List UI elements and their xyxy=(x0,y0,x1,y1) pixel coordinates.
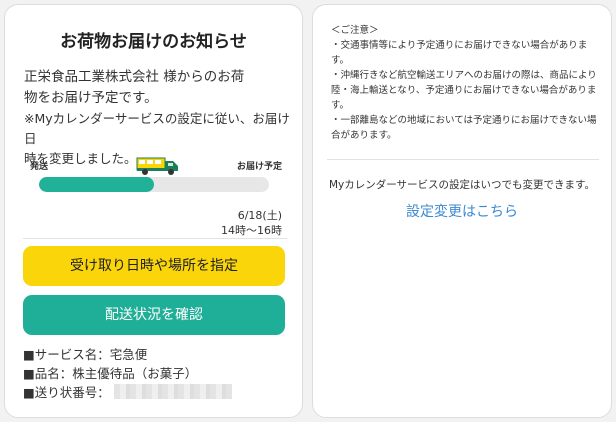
calendar-note: Myカレンダーサービスの設定はいつでも変更できます。 xyxy=(328,179,595,191)
service-name: ■サービス名：宅急便 xyxy=(23,347,148,362)
divider xyxy=(23,238,287,239)
tracking-number-label: ■送り状番号： xyxy=(23,385,110,400)
tracking-number-row: ■送り状番号： xyxy=(23,383,285,402)
note-line-1: ※Myカレンダーサービスの設定に従い、お届け日 xyxy=(24,111,290,146)
message-line-1: 正栄食品工業株式会社 様からのお荷 xyxy=(24,69,245,85)
delivery-progress-fill xyxy=(39,177,154,192)
message-line-2: 物をお届け予定です。 xyxy=(24,90,158,106)
check-status-button[interactable]: 配送状況を確認 xyxy=(23,295,285,335)
divider xyxy=(327,159,599,160)
progress-start-label: 発送 xyxy=(30,162,49,172)
settings-change-link[interactable]: 設定変更はこちら xyxy=(313,201,611,221)
delivery-time: 14時～16時 xyxy=(221,224,282,237)
notice-title: お荷物お届けのお知らせ xyxy=(60,32,247,52)
progress-end-label: お届け予定 xyxy=(236,162,282,172)
delivery-notice-card: お荷物お届けのお知らせ 正栄食品工業株式会社 様からのお荷 物をお届け予定です。… xyxy=(4,4,303,418)
change-delivery-button[interactable]: 受け取り日時や場所を指定 xyxy=(23,246,285,286)
tracking-number-redacted xyxy=(113,384,232,399)
delivery-date: 6/18(土) xyxy=(237,209,282,222)
caution-header: ＜ご注意＞ xyxy=(331,25,379,36)
caution-item-2: ・沖縄行きなど航空輸送エリアへのお届けの際は、商品により陸・海上輸送となり、予定… xyxy=(331,70,597,111)
caution-item-1: ・交通事情等により予定通りにお届けできない場合があります。 xyxy=(331,40,588,66)
shipment-info: ■サービス名：宅急便 ■品名：株主優待品（お菓子） ■送り状番号： xyxy=(23,345,285,402)
caution-item-3: ・一部離島などの地域においては予定通りにお届けできない場合があります。 xyxy=(331,115,597,141)
delivery-progress-bar xyxy=(39,177,269,192)
item-name: ■品名：株主優待品（お菓子） xyxy=(23,366,198,381)
caution-notice: ＜ご注意＞ ・交通事情等により予定通りにお届けできない場合があります。 ・沖縄行… xyxy=(331,23,597,143)
delivery-truck-icon xyxy=(136,157,178,175)
notice-info-card: ＜ご注意＞ ・交通事情等により予定通りにお届けできない場合があります。 ・沖縄行… xyxy=(312,4,612,418)
